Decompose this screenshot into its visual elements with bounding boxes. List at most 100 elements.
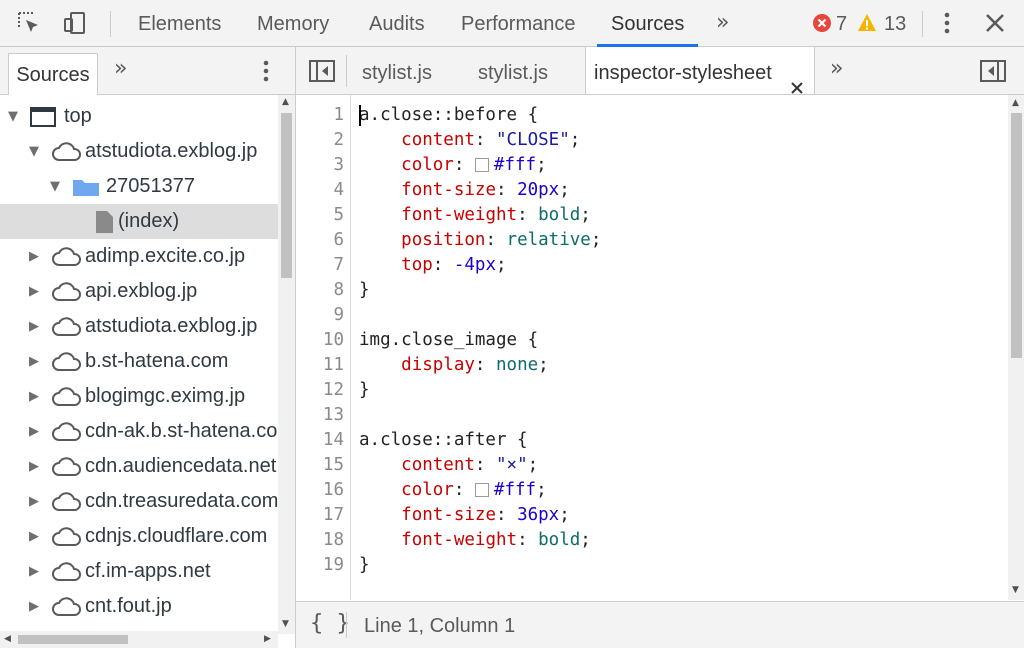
scroll-thumb[interactable]: [18, 635, 128, 644]
tab-memory[interactable]: Memory: [257, 0, 329, 47]
expand-triangle-down-icon[interactable]: ▼: [29, 134, 39, 169]
scroll-left-icon[interactable]: ◀: [4, 634, 11, 644]
color-swatch[interactable]: [474, 483, 489, 497]
code-line[interactable]: }: [359, 378, 370, 403]
scroll-thumb[interactable]: [281, 113, 292, 278]
code-line[interactable]: img.close_image {: [359, 328, 538, 353]
tree-item[interactable]: ▶ cdn.audiencedata.net: [0, 449, 278, 484]
code-editor[interactable]: 1 2 3 4 5 6 7 8 9 10 11 12 13 14 15 16 17 18 19 a.close::b…: [296, 95, 1008, 600]
tree-item[interactable]: ▶ cnt.fout.jp: [0, 589, 278, 624]
tree-item[interactable]: ▼ 27051377: [0, 169, 278, 204]
warning-icon[interactable]: [857, 13, 877, 33]
code-line[interactable]: top: -4px;: [359, 253, 506, 278]
tree-item[interactable]: ▶ cdn.treasuredata.com: [0, 484, 278, 519]
tree-item[interactable]: ▶ blogimgc.eximg.jp: [0, 379, 278, 414]
line-number[interactable]: 3: [296, 153, 344, 178]
expand-triangle-right-icon[interactable]: ▶: [29, 414, 39, 449]
color-swatch[interactable]: [474, 158, 489, 172]
kebab-menu-icon[interactable]: [934, 10, 960, 36]
line-number[interactable]: 5: [296, 203, 344, 228]
line-number[interactable]: 9: [296, 303, 344, 328]
code-line[interactable]: font-size: 36px;: [359, 503, 570, 528]
code-line[interactable]: content: "CLOSE";: [359, 128, 580, 153]
line-number[interactable]: 17: [296, 503, 344, 528]
code-line[interactable]: a.close::after {: [359, 428, 528, 453]
expand-triangle-right-icon[interactable]: ▶: [29, 519, 39, 554]
tree-item[interactable]: ▶ atstudiota.exblog.jp: [0, 309, 278, 344]
close-devtools-icon[interactable]: [982, 10, 1008, 36]
code-line[interactable]: color: #fff;: [359, 153, 546, 178]
expand-triangle-right-icon[interactable]: ▶: [29, 484, 39, 519]
navigator-vertical-scrollbar[interactable]: ▲ ▼: [278, 95, 295, 634]
line-number[interactable]: 13: [296, 403, 344, 428]
editor-tab-stylist-js[interactable]: stylist.js: [362, 47, 432, 94]
line-number[interactable]: 2: [296, 128, 344, 153]
tab-sources[interactable]: Sources: [596, 0, 699, 47]
navigator-menu-icon[interactable]: [256, 58, 276, 84]
code-line[interactable]: a.close::before {: [359, 103, 538, 128]
expand-triangle-right-icon[interactable]: ▶: [29, 379, 39, 414]
code-line[interactable]: position: relative;: [359, 228, 601, 253]
tree-item[interactable]: ▶ adimp.excite.co.jp: [0, 239, 278, 274]
line-number-gutter[interactable]: 1 2 3 4 5 6 7 8 9 10 11 12 13 14 15 16 17 18 19: [296, 95, 351, 600]
expand-triangle-right-icon[interactable]: ▶: [29, 589, 39, 624]
scroll-up-icon[interactable]: ▲: [1012, 98, 1019, 108]
code-line[interactable]: content: "×";: [359, 453, 538, 478]
editor-tab-inspector-stylesheet[interactable]: inspector-stylesheet: [585, 47, 815, 94]
expand-triangle-right-icon[interactable]: ▶: [29, 344, 39, 379]
inspect-element-icon[interactable]: [16, 10, 42, 36]
line-number[interactable]: 7: [296, 253, 344, 278]
tree-item[interactable]: ▼ top: [0, 99, 278, 134]
scroll-right-icon[interactable]: ▶: [264, 634, 271, 644]
tree-item[interactable]: (index): [0, 204, 278, 239]
editor-tab-stylist-js[interactable]: stylist.js: [478, 47, 548, 94]
expand-triangle-right-icon[interactable]: ▶: [29, 274, 39, 309]
line-number[interactable]: 6: [296, 228, 344, 253]
device-toolbar-icon[interactable]: [62, 10, 88, 36]
tree-item[interactable]: ▶ b.st-hatena.com: [0, 344, 278, 379]
tab-performance[interactable]: Performance: [461, 0, 576, 47]
line-number[interactable]: 1: [296, 103, 344, 128]
tree-item[interactable]: ▼ atstudiota.exblog.jp: [0, 134, 278, 169]
more-navigator-tabs-icon[interactable]: »: [114, 56, 127, 81]
more-tabs-icon[interactable]: »: [716, 10, 729, 35]
line-number[interactable]: 14: [296, 428, 344, 453]
scroll-down-icon[interactable]: ▼: [282, 619, 289, 629]
scroll-up-icon[interactable]: ▲: [282, 97, 289, 107]
line-number[interactable]: 11: [296, 353, 344, 378]
close-tab-icon[interactable]: [790, 63, 804, 94]
expand-triangle-right-icon[interactable]: ▶: [29, 554, 39, 589]
code-line[interactable]: color: #fff;: [359, 478, 546, 503]
expand-triangle-down-icon[interactable]: ▼: [50, 169, 60, 204]
error-icon[interactable]: [812, 13, 832, 33]
scroll-down-icon[interactable]: ▼: [1012, 585, 1019, 595]
navigator-horizontal-scrollbar[interactable]: ◀ ▶: [0, 631, 278, 648]
line-number[interactable]: 15: [296, 453, 344, 478]
more-editor-tabs-icon[interactable]: »: [830, 56, 843, 81]
line-number[interactable]: 8: [296, 278, 344, 303]
expand-triangle-right-icon[interactable]: ▶: [29, 239, 39, 274]
warning-count[interactable]: 13: [884, 13, 906, 36]
code-line[interactable]: display: none;: [359, 353, 549, 378]
tab-navigator-sources[interactable]: Sources: [8, 53, 98, 95]
pretty-print-icon[interactable]: { }: [310, 611, 350, 636]
code-line[interactable]: font-weight: bold;: [359, 203, 591, 228]
line-number[interactable]: 10: [296, 328, 344, 353]
tree-item[interactable]: ▶ cdn-ak.b.st-hatena.com: [0, 414, 278, 449]
code-line[interactable]: }: [359, 553, 370, 578]
code-line[interactable]: }: [359, 278, 370, 303]
tree-item[interactable]: ▶ cdnjs.cloudflare.com: [0, 519, 278, 554]
code-line[interactable]: font-size: 20px;: [359, 178, 570, 203]
expand-triangle-right-icon[interactable]: ▶: [29, 449, 39, 484]
toggle-debugger-icon[interactable]: [980, 59, 1006, 83]
tab-elements[interactable]: Elements: [138, 0, 221, 47]
line-number[interactable]: 18: [296, 528, 344, 553]
editor-vertical-scrollbar[interactable]: ▲ ▼: [1008, 95, 1024, 600]
expand-triangle-down-icon[interactable]: ▼: [8, 99, 18, 134]
line-number[interactable]: 19: [296, 553, 344, 578]
line-number[interactable]: 4: [296, 178, 344, 203]
tree-item[interactable]: ▶ api.exblog.jp: [0, 274, 278, 309]
code-line[interactable]: font-weight: bold;: [359, 528, 591, 553]
line-number[interactable]: 16: [296, 478, 344, 503]
line-number[interactable]: 12: [296, 378, 344, 403]
